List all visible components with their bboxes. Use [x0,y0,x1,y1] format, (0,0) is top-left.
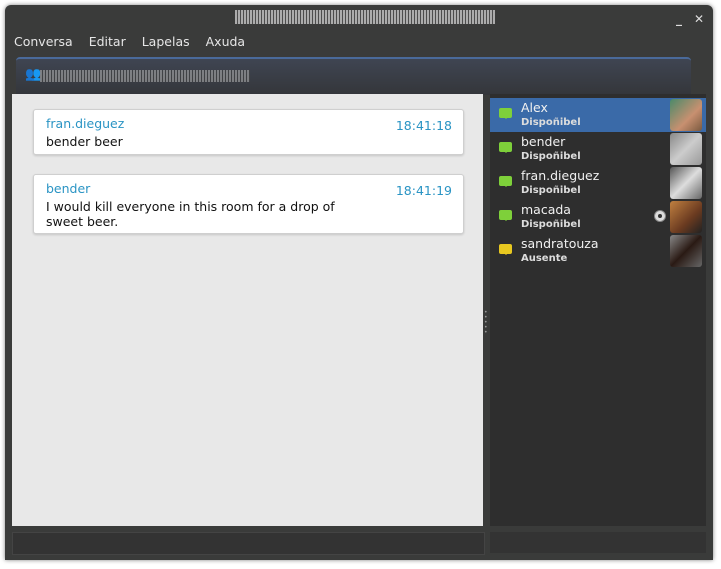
menu-editar[interactable]: Editar [89,31,126,53]
available-status-icon [499,176,512,187]
menu-lapelas[interactable]: Lapelas [142,31,190,53]
message: fran.dieguez 18:41:18 bender beer [33,109,464,155]
avatar [670,99,702,131]
contact-status: Dispoñibel [521,117,581,128]
contact-name: macada [521,202,571,217]
contact-status: Ausente [521,253,568,264]
contact-list-footer [490,532,706,553]
message-time: 18:41:19 [395,183,452,198]
pane-resize-handle[interactable]: • • • • • [484,310,488,338]
available-status-icon [499,108,512,119]
message-body: I would kill everyone in this room for a… [46,199,335,229]
contact-name: fran.dieguez [521,168,600,183]
window-title [235,10,495,24]
contact-item[interactable]: sandratouza Ausente [490,234,706,268]
contact-name: Alex [521,100,548,115]
close-button[interactable]: ✕ [689,9,709,29]
away-status-icon [499,244,512,255]
contact-name: bender [521,134,566,149]
group-chat-icon: 👥 [25,67,42,82]
contact-status: Dispoñibel [521,185,581,196]
avatar [670,201,702,233]
message-time: 18:41:18 [395,118,452,133]
contact-item[interactable]: bender Dispoñibel [490,132,706,166]
menu-bar: Conversa Editar Lapelas Axuda [5,31,245,53]
close-icon: ✕ [693,12,705,26]
avatar [670,235,702,267]
menu-conversa[interactable]: Conversa [14,31,73,53]
webcam-icon [654,210,666,222]
chat-log: fran.dieguez 18:41:18 bender beer bender… [12,94,483,526]
message-sender: bender [46,181,91,196]
message: bender 18:41:19 I would kill everyone in… [33,174,464,234]
avatar [670,167,702,199]
contact-item[interactable]: Alex Dispoñibel [490,98,706,132]
contact-status: Dispoñibel [521,151,581,162]
contact-list: Alex Dispoñibel bender Dispoñibel fran.d… [490,94,706,526]
tab-title [40,70,250,82]
minimize-icon: _ [676,12,682,26]
contact-status: Dispoñibel [521,219,581,230]
title-bar: _ ✕ [5,5,713,31]
available-status-icon [499,210,512,221]
message-sender: fran.dieguez [46,116,125,131]
message-body: bender beer [46,134,123,149]
minimize-button[interactable]: _ [669,9,689,29]
available-status-icon [499,142,512,153]
contact-item[interactable]: fran.dieguez Dispoñibel [490,166,706,200]
chat-tab[interactable]: 👥 [16,57,691,95]
chat-window: _ ✕ Conversa Editar Lapelas Axuda 👥 fran… [5,5,713,560]
menu-axuda[interactable]: Axuda [206,31,245,53]
avatar [670,133,702,165]
contact-name: sandratouza [521,236,599,251]
message-input[interactable] [12,532,485,555]
contact-item[interactable]: macada Dispoñibel [490,200,706,234]
